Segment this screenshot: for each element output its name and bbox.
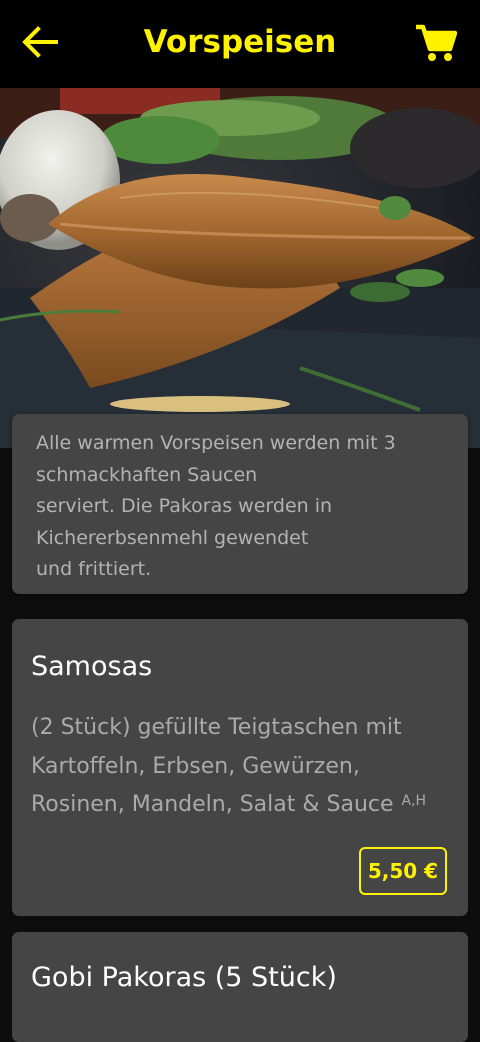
menu-item-card[interactable]: Samosas (2 Stück) gefüllte Teigtaschen m… (12, 619, 468, 916)
app-bar: Vorspeisen (0, 0, 480, 88)
item-name: Samosas (31, 651, 153, 682)
samosas-photo (0, 88, 480, 448)
allergen-codes: A,H (401, 793, 427, 809)
info-card: Alle warmen Vorspeisen werden mit 3 schm… (12, 414, 468, 594)
info-text: Alle warmen Vorspeisen werden mit 3 schm… (36, 432, 396, 580)
page-title: Vorspeisen (143, 24, 337, 60)
shopping-cart-icon (416, 24, 458, 61)
item-description-text: (2 Stück) gefüllte Teigtaschen mit Karto… (31, 715, 402, 817)
cart-button[interactable] (414, 22, 458, 64)
price-button[interactable]: 5,50 € (359, 847, 447, 895)
item-description: (2 Stück) gefüllte Teigtaschen mit Karto… (31, 709, 451, 825)
menu-item-card[interactable]: Gobi Pakoras (5 Stück) (12, 932, 468, 1042)
item-name: Gobi Pakoras (5 Stück) (31, 962, 337, 993)
hero-image (0, 88, 480, 448)
